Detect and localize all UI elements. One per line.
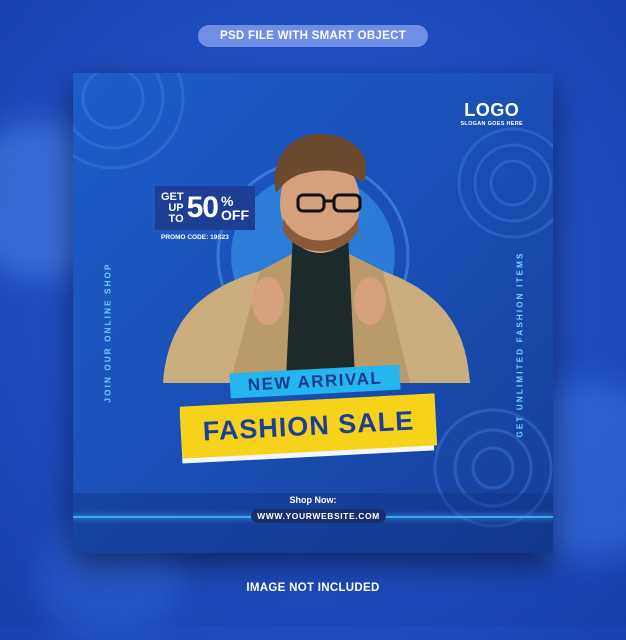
discount-badge: GET UP TO 50 % OFF [155, 186, 255, 230]
website-url[interactable]: WWW.YOURWEBSITE.COM [251, 509, 386, 523]
shop-now-label: Shop Now: [289, 495, 337, 505]
discount-value: 50 [186, 191, 219, 224]
percent-sign: % [221, 193, 234, 209]
discount-getup: GET UP TO [161, 191, 184, 225]
side-text-left: JOIN OUR ONLINE SHOP [103, 262, 113, 403]
image-not-included-note: IMAGE NOT INCLUDED [246, 582, 380, 594]
promo-code: PROMO CODE: 19S23 [161, 234, 229, 241]
promo-card: LOGO SLOGAN GOES HERE JOIN OUR ONLINE SH… [73, 73, 553, 553]
side-text-right: GET UNLIMITED FASHION ITEMS [515, 251, 525, 438]
discount-off: OFF [221, 207, 249, 223]
psd-file-badge: PSD FILE WITH SMART OBJECT [198, 25, 428, 47]
discount-suffix: % OFF [221, 194, 249, 222]
discount-to: TO [168, 212, 184, 225]
model-photo [163, 133, 470, 383]
